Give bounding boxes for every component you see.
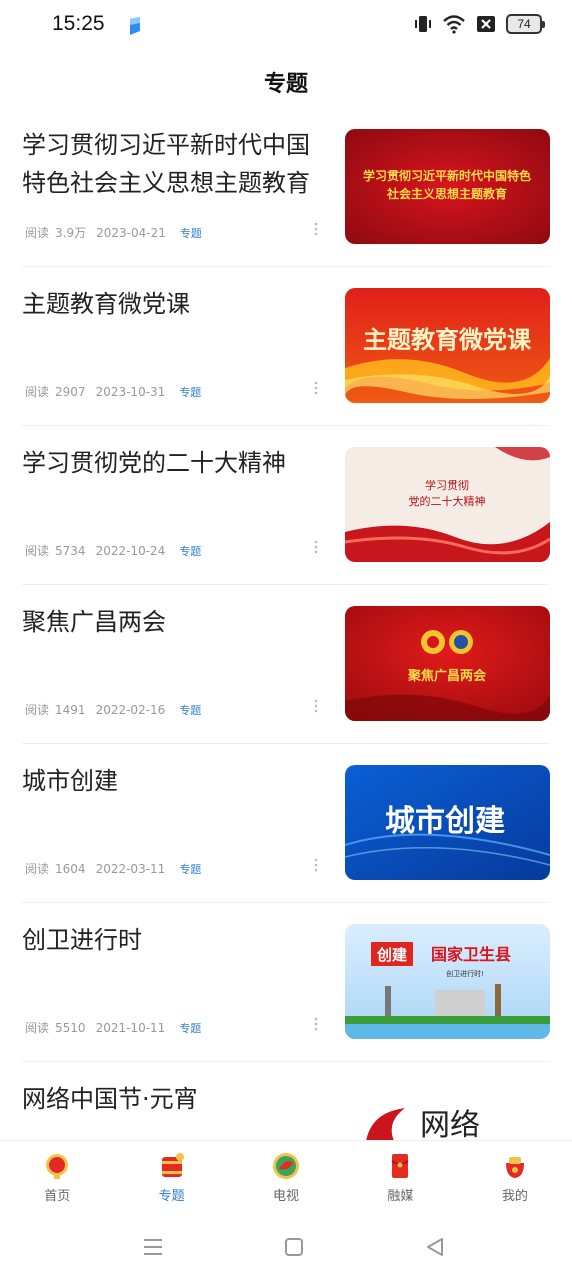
app-notification-icon	[130, 17, 140, 35]
read-count: 1604	[55, 861, 86, 876]
topic-tag: 专题	[179, 703, 202, 717]
thumb-text: 城市创建	[385, 804, 505, 839]
read-label: 阅读	[25, 862, 50, 876]
more-options-icon[interactable]	[312, 1016, 320, 1032]
read-count: 3.9万	[55, 226, 87, 240]
list-item[interactable]: 学习贯彻习近平新时代中国特色社会主义思想主题教育 阅读 3.9万 2023-04…	[22, 108, 550, 267]
item-title[interactable]: 学习贯彻党的二十大精神	[22, 444, 322, 482]
topic-tag: 专题	[179, 226, 202, 240]
thumb-text: 学习贯彻习近平新时代中国特色	[363, 168, 531, 183]
topic-feed[interactable]: 学习贯彻习近平新时代中国特色社会主义思想主题教育 阅读 3.9万 2023-04…	[0, 108, 572, 1140]
list-item[interactable]: 主题教育微党课 阅读 2907 2023-10-31 专题 主题教育微党课	[22, 267, 550, 426]
back-triangle-icon[interactable]	[422, 1234, 448, 1260]
status-icons: 74	[414, 14, 545, 34]
tab-home[interactable]: 首页	[0, 1141, 114, 1214]
thumb-text: 创卫进行时!	[446, 969, 484, 978]
tab-label: 首页	[44, 1189, 71, 1204]
publish-date: 2022-02-16	[95, 702, 166, 717]
battery-icon: 74	[506, 14, 545, 34]
list-item[interactable]: 网络中国节·元宵 网络	[22, 1062, 550, 1140]
more-options-icon[interactable]	[312, 380, 320, 396]
item-meta: 阅读 3.9万 2023-04-21 专题	[25, 224, 202, 241]
item-thumbnail[interactable]: 网络	[345, 1083, 550, 1140]
tab-topics[interactable]: 专题	[114, 1141, 228, 1214]
thumb-text: 社会主义思想主题教育	[386, 186, 507, 201]
item-title[interactable]: 创卫进行时	[22, 921, 322, 959]
tab-media[interactable]: 融媒	[343, 1141, 457, 1214]
read-label: 阅读	[25, 703, 50, 717]
item-title[interactable]: 城市创建	[22, 762, 322, 800]
item-title[interactable]: 学习贯彻习近平新时代中国特色社会主义思想主题教育	[22, 126, 322, 202]
bottom-tab-bar: 首页 专题 电视 融媒 我的	[0, 1140, 572, 1214]
battery-level: 74	[517, 17, 531, 31]
more-options-icon[interactable]	[312, 857, 320, 873]
media-envelope-icon	[391, 1154, 410, 1178]
topic-tag: 专题	[179, 385, 202, 399]
thumb-text: 创建	[376, 946, 408, 964]
topic-drum-icon	[161, 1153, 184, 1177]
item-meta: 阅读 2907 2023-10-31 专题	[25, 383, 201, 400]
topic-tag: 专题	[179, 1021, 202, 1035]
read-count: 5734	[55, 543, 86, 558]
tab-label: 融媒	[387, 1189, 414, 1204]
tv-icon	[273, 1153, 300, 1179]
publish-date: 2023-04-21	[96, 225, 166, 240]
item-title[interactable]: 网络中国节·元宵	[22, 1080, 322, 1118]
thumb-text: 主题教育微党课	[363, 326, 532, 354]
list-item[interactable]: 学习贯彻党的二十大精神 阅读 5734 2022-10-24 专题 学习贯彻 党…	[22, 426, 550, 585]
more-options-icon[interactable]	[312, 539, 320, 555]
thumb-text: 网络	[420, 1108, 480, 1140]
status-bar: 15:25 74	[0, 0, 572, 52]
publish-date: 2022-03-11	[95, 861, 166, 876]
thumb-text: 国家卫生县	[431, 945, 511, 964]
publish-date: 2022-10-24	[95, 543, 166, 558]
home-lantern-icon	[46, 1154, 69, 1179]
wifi-icon	[443, 15, 465, 34]
read-label: 阅读	[25, 226, 50, 240]
tab-label: 我的	[501, 1189, 528, 1204]
item-thumbnail[interactable]: 学习贯彻 党的二十大精神	[345, 447, 550, 562]
read-label: 阅读	[25, 385, 50, 399]
tab-tv[interactable]: 电视	[229, 1141, 343, 1214]
status-time: 15:25	[52, 12, 105, 35]
topic-tag: 专题	[179, 544, 202, 558]
profile-bag-icon	[505, 1157, 524, 1178]
item-thumbnail[interactable]: 聚焦广昌两会	[345, 606, 550, 721]
read-count: 2907	[55, 384, 86, 399]
thumb-text: 聚焦广昌两会	[407, 668, 487, 684]
item-thumbnail[interactable]: 创建 国家卫生县 创卫进行时!	[345, 924, 550, 1039]
read-label: 阅读	[25, 1021, 50, 1035]
item-thumbnail[interactable]: 城市创建	[345, 765, 550, 880]
system-nav-bar	[0, 1214, 572, 1280]
read-count: 5510	[55, 1020, 86, 1035]
sim-off-icon	[477, 16, 495, 32]
thumb-text: 学习贯彻	[425, 478, 469, 492]
page-title: 专题	[263, 72, 308, 97]
home-square-icon[interactable]	[281, 1234, 307, 1260]
item-thumbnail[interactable]: 主题教育微党课	[345, 288, 550, 403]
read-label: 阅读	[25, 544, 50, 558]
thumb-text: 党的二十大精神	[409, 494, 486, 508]
item-meta: 阅读 1491 2022-02-16 专题	[25, 701, 201, 718]
more-options-icon[interactable]	[312, 698, 320, 714]
list-item[interactable]: 城市创建 阅读 1604 2022-03-11 专题 城市创建	[22, 744, 550, 903]
item-meta: 阅读 5734 2022-10-24 专题	[25, 542, 201, 559]
tab-label: 专题	[158, 1189, 185, 1204]
topic-tag: 专题	[179, 862, 202, 876]
list-item[interactable]: 聚焦广昌两会 阅读 1491 2022-02-16 专题 聚焦广昌两会	[22, 585, 550, 744]
tab-profile[interactable]: 我的	[458, 1141, 572, 1214]
item-thumbnail[interactable]: 学习贯彻习近平新时代中国特色 社会主义思想主题教育	[345, 129, 550, 244]
item-title[interactable]: 聚焦广昌两会	[22, 603, 322, 641]
vibrate-icon	[415, 16, 431, 32]
item-title[interactable]: 主题教育微党课	[22, 285, 322, 323]
publish-date: 2021-10-11	[95, 1020, 166, 1035]
list-item[interactable]: 创卫进行时 阅读 5510 2021-10-11 专题 创建 国家卫生县 创卫进…	[22, 903, 550, 1062]
publish-date: 2023-10-31	[95, 384, 166, 399]
item-meta: 阅读 5510 2021-10-11 专题	[25, 1019, 201, 1036]
tab-label: 电视	[273, 1189, 300, 1204]
item-meta: 阅读 1604 2022-03-11 专题	[25, 860, 201, 877]
more-options-icon[interactable]	[312, 221, 320, 237]
menu-icon[interactable]	[140, 1234, 166, 1260]
read-count: 1491	[55, 702, 86, 717]
